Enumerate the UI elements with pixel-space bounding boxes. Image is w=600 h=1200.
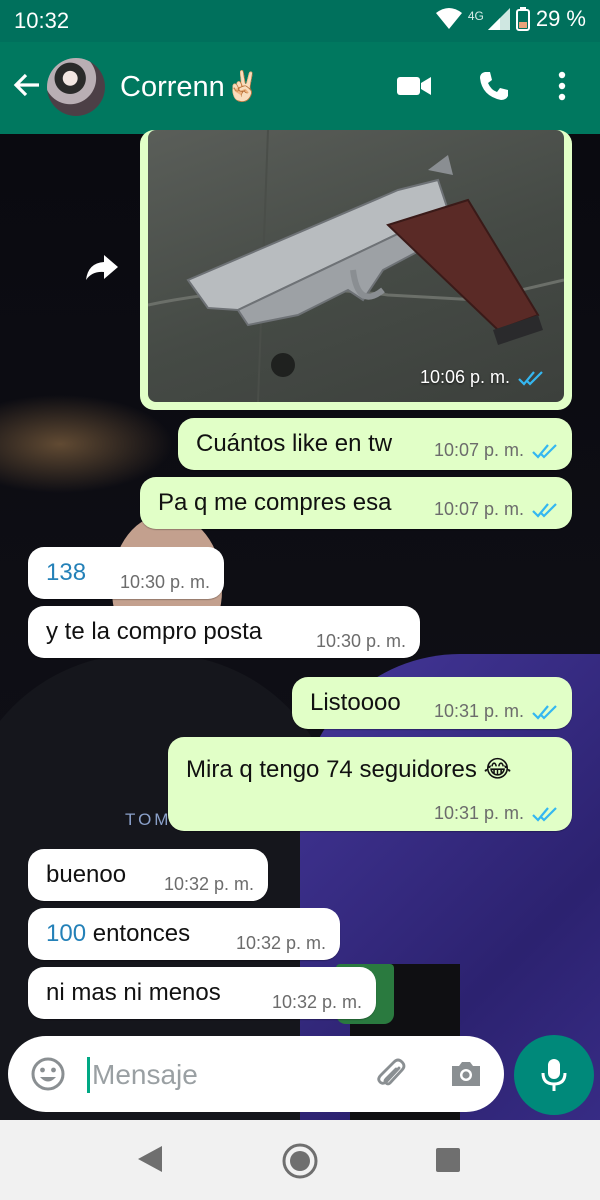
status-time: 10:32 (14, 8, 70, 33)
message-text: Listoooo (310, 689, 401, 716)
message-meta: 10:30 p. m. (316, 631, 406, 652)
message-time: 10:30 p. m. (119, 572, 210, 592)
pistol-image (148, 130, 564, 402)
message-time: 10:31 p. m. (433, 701, 524, 721)
message-text: y te la compro posta (46, 618, 263, 645)
message-text: 138 (46, 559, 87, 586)
message-time: 10:32 p. m. (235, 933, 326, 953)
message-time: 10:31 p. m. (433, 803, 524, 823)
message-meta: 10:31 p. m. (434, 803, 558, 824)
message-text: Pa q me compres esa (158, 489, 392, 516)
message-time: 10:06 p. m. (419, 367, 510, 387)
nav-back-icon[interactable] (136, 1144, 164, 1174)
battery-percent: 29 % (535, 6, 586, 31)
forward-icon[interactable] (80, 245, 124, 289)
message-time: 10:32 p. m. (271, 992, 362, 1012)
message-composer (8, 1036, 504, 1112)
attach-icon[interactable] (374, 1056, 410, 1092)
outgoing-message[interactable]: Listoooo 10:31 p. m. (292, 677, 572, 729)
video-call-icon[interactable] (396, 70, 432, 102)
read-receipt-icon (532, 806, 557, 822)
phone-icon[interactable] (478, 70, 510, 102)
message-meta: 10:32 p. m. (236, 933, 326, 954)
read-receipt-icon (518, 370, 543, 386)
signal-icon (487, 8, 510, 30)
read-receipt-icon (532, 443, 557, 459)
read-receipt-icon (532, 704, 557, 720)
read-receipt-icon (532, 502, 557, 518)
avatar[interactable] (47, 58, 105, 116)
outgoing-message[interactable]: Cuántos like en tw 10:07 p. m. (178, 418, 572, 470)
battery-icon (515, 7, 530, 31)
contact-name[interactable]: Correnn✌🏻 (120, 70, 261, 104)
message-text-rest: entonces (86, 920, 191, 947)
chat-header: Correnn✌🏻 (0, 42, 600, 134)
image-message[interactable]: 10:06 p. m. (140, 130, 572, 410)
message-time: 10:30 p. m. (315, 631, 406, 651)
incoming-message[interactable]: 100 entonces 10:32 p. m. (28, 908, 340, 960)
nav-home-icon[interactable] (281, 1142, 319, 1180)
voice-record-button[interactable] (514, 1035, 594, 1115)
message-text: Cuántos like en tw (196, 430, 393, 457)
message-text: 100 entonces (46, 920, 190, 948)
message-meta: 10:32 p. m. (164, 874, 254, 895)
message-meta: 10:32 p. m. (272, 992, 362, 1013)
emoji-icon[interactable] (30, 1056, 66, 1092)
message-meta: 10:30 p. m. (120, 572, 210, 593)
message-meta: 10:07 p. m. (434, 499, 558, 520)
message-text: buenoo (46, 861, 127, 888)
camera-icon[interactable] (448, 1056, 484, 1092)
message-text: ni mas ni menos (46, 979, 221, 1006)
image-meta: 10:06 p. m. (420, 367, 544, 388)
network-type: 4G (467, 9, 484, 23)
message-meta: 10:31 p. m. (434, 701, 558, 722)
message-input[interactable] (90, 1052, 354, 1098)
outgoing-message[interactable]: Pa q me compres esa 10:07 p. m. (140, 477, 572, 529)
message-time: 10:32 p. m. (163, 874, 254, 894)
system-nav-bar (0, 1120, 600, 1200)
nav-recents-icon[interactable] (436, 1148, 460, 1172)
incoming-message[interactable]: buenoo 10:32 p. m. (28, 849, 268, 901)
message-time: 10:07 p. m. (433, 499, 524, 519)
incoming-message[interactable]: ni mas ni menos 10:32 p. m. (28, 967, 376, 1019)
message-meta: 10:07 p. m. (434, 440, 558, 461)
message-text: Mira q tengo 74 seguidores 😂 (186, 756, 512, 783)
back-arrow-icon[interactable] (12, 70, 42, 100)
status-right: 4G 29 % (435, 6, 586, 32)
message-time: 10:07 p. m. (433, 440, 524, 460)
image-thumbnail[interactable]: 10:06 p. m. (148, 130, 564, 402)
more-vert-icon[interactable] (556, 70, 568, 102)
outgoing-message[interactable]: Mira q tengo 74 seguidores 😂 10:31 p. m. (168, 737, 572, 831)
incoming-message[interactable]: y te la compro posta 10:30 p. m. (28, 606, 420, 658)
status-bar: 10:32 4G 29 % (0, 0, 600, 42)
wifi-icon (435, 8, 462, 29)
message-number-link[interactable]: 100 (46, 920, 86, 947)
mic-icon (541, 1059, 567, 1091)
incoming-message[interactable]: 138 10:30 p. m. (28, 547, 224, 599)
